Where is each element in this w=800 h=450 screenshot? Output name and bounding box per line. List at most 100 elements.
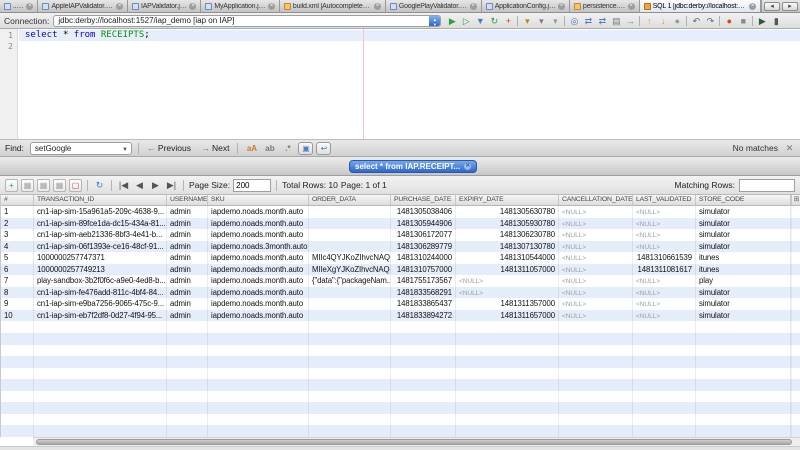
- cell[interactable]: [34, 321, 167, 333]
- cell[interactable]: 1481310544000: [456, 252, 559, 264]
- cell[interactable]: [559, 402, 633, 414]
- cell[interactable]: 1481311357000: [456, 298, 559, 310]
- swap-back-icon[interactable]: ⇄: [581, 14, 595, 28]
- find-icon[interactable]: ◎: [567, 14, 581, 28]
- cell[interactable]: [309, 379, 391, 391]
- cell[interactable]: [309, 345, 391, 357]
- cell[interactable]: simulator: [696, 241, 791, 253]
- cell[interactable]: [309, 218, 391, 230]
- cell[interactable]: [167, 345, 208, 357]
- cell[interactable]: [309, 368, 391, 380]
- cell[interactable]: 1481305930780: [456, 218, 559, 230]
- close-icon[interactable]: ×: [558, 3, 565, 10]
- match-case-icon[interactable]: aA: [244, 144, 259, 153]
- cell[interactable]: <NULL>: [633, 275, 696, 287]
- editor-tab-persistence-xml[interactable]: persistence.xml×: [570, 0, 640, 12]
- cell[interactable]: [208, 356, 309, 368]
- cell[interactable]: [167, 425, 208, 437]
- cell[interactable]: admin: [167, 287, 208, 299]
- cell[interactable]: [309, 391, 391, 403]
- scrollbar-thumb[interactable]: [36, 439, 792, 445]
- cell[interactable]: [1, 425, 34, 437]
- cell[interactable]: simulator: [696, 229, 791, 241]
- cell[interactable]: [633, 345, 696, 357]
- close-icon[interactable]: ×: [116, 3, 123, 10]
- column-header-cancellation-date[interactable]: CANCELLATION_DATE: [559, 195, 633, 205]
- editor-tab-apple-iap-validator[interactable]: AppleIAPValidator.java×: [38, 0, 128, 12]
- cell[interactable]: <NULL>: [633, 241, 696, 253]
- cell[interactable]: 1000000257747371: [34, 252, 167, 264]
- column-header--[interactable]: #: [1, 195, 34, 205]
- cell[interactable]: [1, 368, 34, 380]
- cell[interactable]: [391, 379, 456, 391]
- cell[interactable]: 4: [1, 241, 34, 253]
- cell[interactable]: [1, 345, 34, 357]
- cell[interactable]: [696, 333, 791, 345]
- whole-words-icon[interactable]: ab: [262, 144, 277, 153]
- cell[interactable]: [696, 391, 791, 403]
- cell[interactable]: [633, 402, 696, 414]
- cell[interactable]: [559, 368, 633, 380]
- cell[interactable]: <NULL>: [559, 206, 633, 218]
- apply-changes-icon[interactable]: ↓: [656, 14, 670, 28]
- cell[interactable]: [633, 414, 696, 426]
- save-file-icon[interactable]: ▾: [534, 14, 548, 28]
- cell[interactable]: {"data":{"packageNam...: [309, 275, 391, 287]
- cell[interactable]: 1481305630780: [456, 206, 559, 218]
- cell[interactable]: 1481833568291: [391, 287, 456, 299]
- cell[interactable]: iapdemo.noads.month.auto: [208, 310, 309, 322]
- cell[interactable]: [696, 379, 791, 391]
- editor-tab-sql-1[interactable]: SQL 1 [jdbc:derby://localhost:15...]×: [640, 0, 761, 12]
- close-icon[interactable]: ×: [189, 3, 196, 10]
- close-icon[interactable]: ×: [26, 3, 33, 10]
- cell[interactable]: <NULL>: [559, 229, 633, 241]
- stop-macro-icon[interactable]: ■: [736, 14, 750, 28]
- cell[interactable]: [456, 368, 559, 380]
- cell[interactable]: [559, 356, 633, 368]
- column-selector-icon[interactable]: ⊞: [791, 195, 800, 205]
- column-header-expiry-date[interactable]: EXPIRY_DATE: [456, 195, 559, 205]
- tab-scroll-left-button[interactable]: ◂: [764, 2, 780, 11]
- cell[interactable]: 1481306230780: [456, 229, 559, 241]
- cell[interactable]: [309, 356, 391, 368]
- cell[interactable]: [34, 368, 167, 380]
- cell[interactable]: [208, 321, 309, 333]
- refresh-connection-icon[interactable]: ↻: [487, 14, 501, 28]
- insert-record-icon[interactable]: +: [5, 179, 18, 192]
- save-all-icon[interactable]: ▤: [609, 14, 623, 28]
- cell[interactable]: iapdemo.noads.month.auto: [208, 264, 309, 276]
- run-project-icon[interactable]: ▶: [755, 14, 769, 28]
- cell[interactable]: [208, 425, 309, 437]
- cell[interactable]: <NULL>: [633, 287, 696, 299]
- cell[interactable]: 6: [1, 264, 34, 276]
- cell[interactable]: admin: [167, 218, 208, 230]
- cancel-edits-icon[interactable]: ▦: [53, 179, 66, 192]
- cell[interactable]: 1481310661539: [633, 252, 696, 264]
- cell[interactable]: 2: [1, 218, 34, 230]
- export-icon[interactable]: →: [623, 14, 637, 28]
- previous-page-icon[interactable]: ◀: [133, 179, 146, 192]
- combobox-stepper-icon[interactable]: ▲▼: [429, 16, 440, 26]
- cell[interactable]: [309, 333, 391, 345]
- truncate-table-icon[interactable]: ▢: [69, 179, 82, 192]
- redo-icon[interactable]: ↷: [703, 14, 717, 28]
- refresh-records-icon[interactable]: ↻: [93, 179, 106, 192]
- cell[interactable]: [34, 379, 167, 391]
- cell[interactable]: [391, 402, 456, 414]
- cell[interactable]: 7: [1, 275, 34, 287]
- cell[interactable]: [696, 356, 791, 368]
- cell[interactable]: 5: [1, 252, 34, 264]
- cell[interactable]: [1, 356, 34, 368]
- cell[interactable]: [309, 229, 391, 241]
- record-macro-icon[interactable]: ●: [722, 14, 736, 28]
- editor-tab-tor[interactable]: ...tor×: [0, 0, 38, 12]
- column-header-last-validated[interactable]: LAST_VALIDATED: [633, 195, 696, 205]
- cell[interactable]: [633, 356, 696, 368]
- cell[interactable]: [456, 321, 559, 333]
- run-sql-icon[interactable]: ▶: [445, 14, 459, 28]
- cell[interactable]: [34, 333, 167, 345]
- cell[interactable]: admin: [167, 206, 208, 218]
- cell[interactable]: [309, 310, 391, 322]
- cell[interactable]: 10: [1, 310, 34, 322]
- cell[interactable]: [456, 333, 559, 345]
